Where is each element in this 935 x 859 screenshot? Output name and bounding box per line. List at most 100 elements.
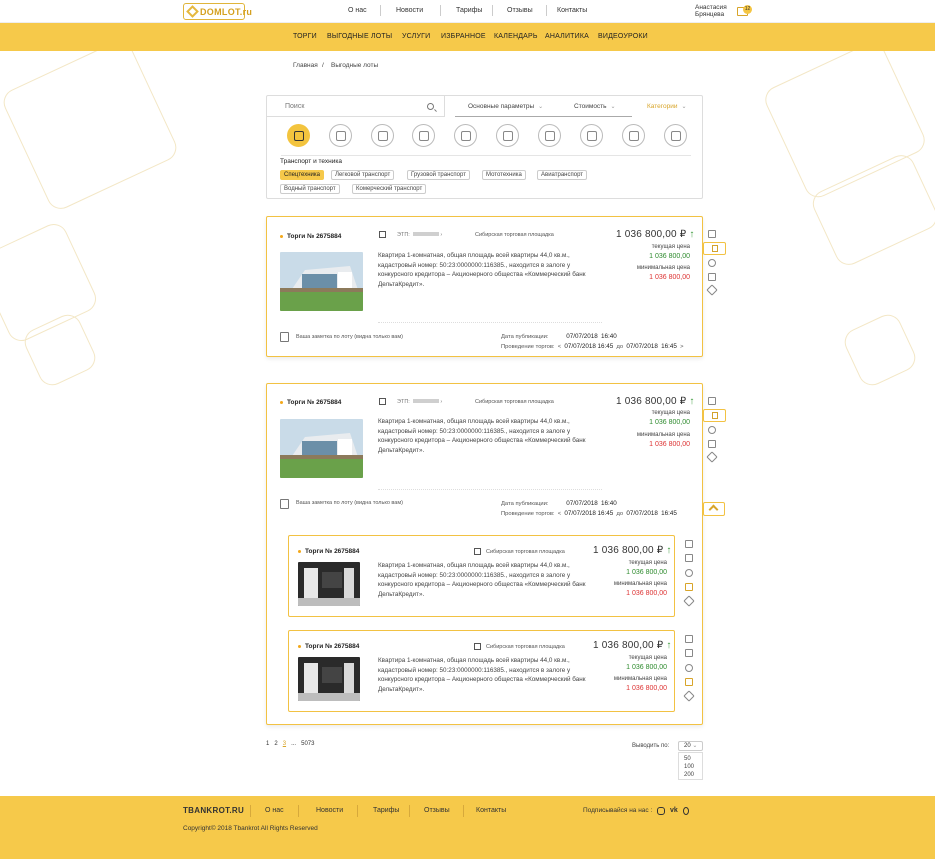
footer-about[interactable]: О нас (265, 807, 284, 814)
footer-news[interactable]: Новости (316, 807, 343, 814)
held-prev[interactable]: < (558, 511, 561, 517)
perpage-option[interactable]: 100 (684, 763, 697, 771)
tag-water[interactable]: Водный транспорт (280, 184, 340, 194)
platform-name[interactable]: Сибирская торговая площадка (486, 644, 565, 650)
lot-photo[interactable] (298, 657, 360, 701)
category-building-icon[interactable] (664, 124, 687, 147)
target-icon[interactable] (708, 426, 716, 434)
trash-icon[interactable] (703, 409, 726, 422)
bookmark-icon[interactable] (685, 635, 693, 643)
main-params-dropdown[interactable]: Основные параметры ⌄ (468, 103, 543, 110)
platform-name[interactable]: Сибирская торговая площадка (475, 399, 554, 405)
site-logo[interactable]: DOMLOT.ru (183, 3, 252, 20)
bookmark-icon[interactable] (708, 230, 716, 238)
category-tools-icon[interactable] (496, 124, 519, 147)
perpage-option[interactable]: 200 (684, 771, 697, 779)
external-link-icon[interactable] (379, 398, 386, 405)
tag-cars[interactable]: Легковой транспорт (331, 170, 395, 180)
category-factory-icon[interactable] (580, 124, 603, 147)
user-name[interactable]: Анастасия Брянцева (695, 4, 727, 18)
lot-number[interactable]: Торги № 2675884 (280, 233, 341, 240)
breadcrumb-home[interactable]: Главная (293, 62, 318, 69)
chevron-up-icon (708, 504, 719, 515)
tag-commercial[interactable]: Комерческий транспорт (352, 184, 427, 194)
note-icon[interactable] (280, 332, 289, 342)
tag-icon[interactable] (706, 284, 718, 296)
target-icon[interactable] (708, 259, 716, 267)
tag-avia[interactable]: Авиатранспорт (537, 170, 588, 180)
tag-trucks[interactable]: Грузовой транспорт (407, 170, 470, 180)
category-documents-icon[interactable] (622, 124, 645, 147)
platform-name[interactable]: Сибирская торговая площадка (486, 549, 565, 555)
mainnav-auctions[interactable]: ТОРГИ (293, 33, 317, 40)
perpage-select[interactable]: 20 ⌄ (678, 741, 703, 751)
category-warehouse-icon[interactable] (538, 124, 561, 147)
bookmark-icon[interactable] (685, 540, 693, 548)
trash-icon[interactable] (685, 649, 693, 657)
search-icon[interactable] (427, 103, 434, 110)
lot-note[interactable]: Ваша заметка по лоту (видна только вам) (296, 334, 403, 340)
category-equipment-icon[interactable] (412, 124, 435, 147)
perpage-option[interactable]: 50 (684, 755, 697, 763)
tag-moto[interactable]: Мототехника (482, 170, 526, 180)
lot-number[interactable]: Торги № 2675884 (298, 548, 359, 555)
mainnav-calendar[interactable]: КАЛЕНДАРЬ (494, 33, 538, 40)
search-input[interactable]: Поиск (267, 96, 445, 117)
mail-icon[interactable] (708, 440, 716, 448)
lot-number[interactable]: Торги № 2675884 (298, 643, 359, 650)
collapse-button[interactable] (703, 502, 725, 516)
trash-icon[interactable] (685, 554, 693, 562)
external-link-icon[interactable] (379, 231, 386, 238)
topnav-reviews[interactable]: Отзывы (507, 7, 533, 14)
footer-tariffs[interactable]: Тарифы (373, 807, 399, 814)
vk-icon[interactable]: vk (670, 807, 678, 815)
interior-image (298, 562, 360, 606)
category-percent-icon[interactable] (454, 124, 477, 147)
held-from-date: 07/07/2018 (564, 510, 596, 517)
page-2[interactable]: 2 (274, 741, 277, 747)
platform-name[interactable]: Сибирская торговая площадка (475, 232, 554, 238)
lot-photo[interactable] (298, 562, 360, 606)
target-icon[interactable] (685, 569, 693, 577)
category-land-icon[interactable] (371, 124, 394, 147)
mail-icon[interactable] (708, 273, 716, 281)
categories-dropdown[interactable]: Категории ⌄ (647, 103, 687, 110)
footer-reviews[interactable]: Отзывы (424, 807, 450, 814)
mainnav-favorites[interactable]: ИЗБРАННОЕ (441, 33, 486, 40)
target-icon[interactable] (685, 664, 693, 672)
external-link-icon[interactable] (474, 643, 481, 650)
held-next[interactable]: > (680, 344, 683, 350)
external-link-icon[interactable] (474, 548, 481, 555)
page-last[interactable]: 5073 (301, 741, 314, 747)
trash-icon[interactable] (703, 242, 726, 255)
odnoklassniki-icon[interactable] (683, 807, 689, 815)
nav-divider (440, 5, 441, 16)
mainnav-profitable-lots[interactable]: ВЫГОДНЫЕ ЛОТЫ (327, 33, 392, 40)
lot-number[interactable]: Торги № 2675884 (280, 399, 341, 406)
mainnav-analytics[interactable]: АНАЛИТИКА (545, 33, 589, 40)
bookmark-icon[interactable] (708, 397, 716, 405)
topnav-tariffs[interactable]: Тарифы (456, 7, 482, 14)
cost-dropdown[interactable]: Стоимость ⌄ (574, 103, 616, 110)
topnav-about[interactable]: О нас (348, 7, 367, 14)
note-icon[interactable] (280, 499, 289, 509)
mainnav-video[interactable]: ВИДЕОУРОКИ (598, 33, 648, 40)
held-prev[interactable]: < (558, 344, 561, 350)
instagram-icon[interactable] (657, 807, 665, 815)
tag-icon[interactable] (706, 451, 718, 463)
topnav-news[interactable]: Новости (396, 7, 423, 14)
mail-icon[interactable] (685, 583, 693, 591)
tag-special[interactable]: Спецтехника (280, 170, 324, 180)
mainnav-services[interactable]: УСЛУГИ (402, 33, 430, 40)
mail-icon[interactable] (685, 678, 693, 686)
lot-photo[interactable] (280, 252, 363, 311)
lot-note[interactable]: Ваша заметка по лоту (видна только вам) (296, 500, 403, 506)
footer-logo[interactable]: TBANKROT.RU (183, 806, 244, 815)
page-3[interactable]: 3 (283, 741, 286, 747)
category-transport-icon[interactable] (287, 124, 310, 147)
category-house-icon[interactable] (329, 124, 352, 147)
topnav-contacts[interactable]: Контакты (557, 7, 587, 14)
lot-photo[interactable] (280, 419, 363, 478)
footer-contacts[interactable]: Контакты (476, 807, 506, 814)
page-1[interactable]: 1 (266, 741, 269, 747)
